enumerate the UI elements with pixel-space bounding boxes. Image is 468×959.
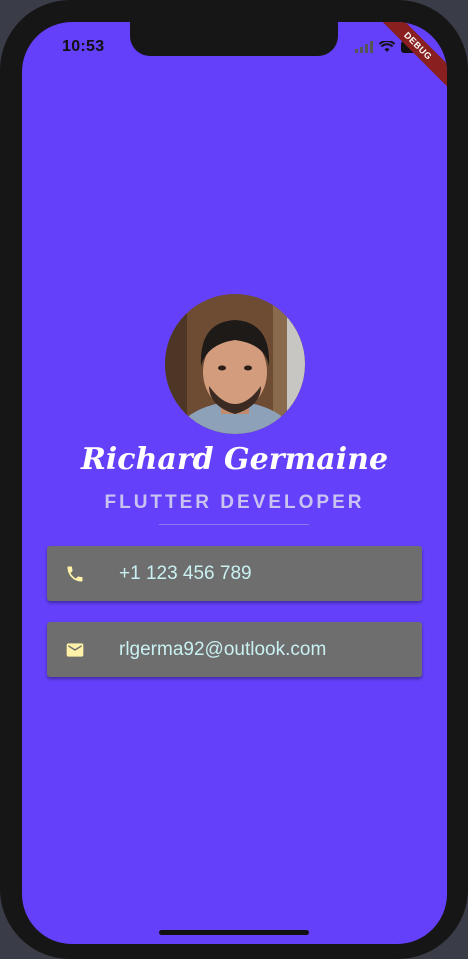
email-card[interactable]: rlgerma92@outlook.com <box>47 622 422 677</box>
profile-title: FLUTTER DEVELOPER <box>104 492 365 513</box>
phone-icon <box>63 562 87 586</box>
device-notch <box>130 22 338 56</box>
profile-name: Richard Germaine <box>80 442 389 477</box>
email-icon <box>63 638 87 662</box>
device-frame: 10:53 DEBUG Richard Germaine FLUTTER DEV… <box>0 0 468 959</box>
avatar <box>165 294 305 434</box>
signal-icon <box>355 40 373 58</box>
wifi-icon <box>378 40 396 58</box>
phone-number: +1 123 456 789 <box>119 562 252 584</box>
home-indicator[interactable] <box>159 930 309 935</box>
app-screen: 10:53 DEBUG Richard Germaine FLUTTER DEV… <box>22 22 447 944</box>
divider <box>159 524 309 525</box>
status-time: 10:53 <box>62 38 105 55</box>
email-address: rlgerma92@outlook.com <box>119 638 327 660</box>
phone-card[interactable]: +1 123 456 789 <box>47 546 422 601</box>
